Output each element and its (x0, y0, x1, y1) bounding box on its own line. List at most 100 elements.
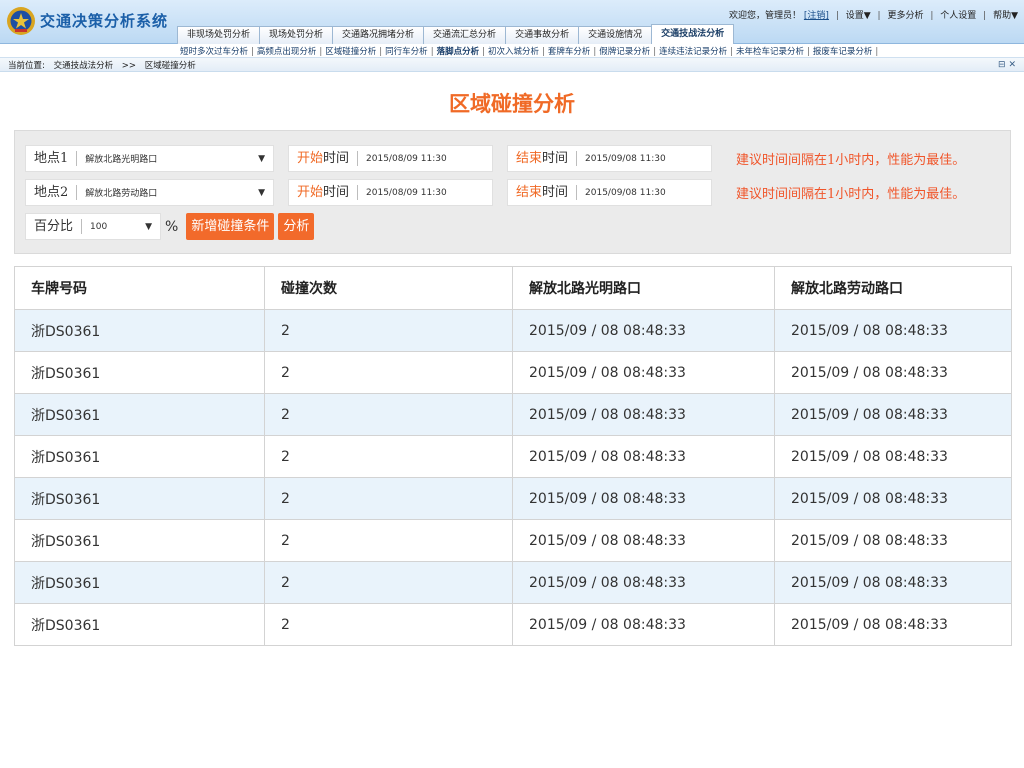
cell-count: 2 (264, 309, 513, 352)
cell-time1: 2015/09 / 08 08:48:33 (512, 435, 775, 478)
table-header-row: 车牌号码 碰撞次数 解放北路光明路口 解放北路劳动路口 (14, 266, 1012, 310)
table-row[interactable]: 浙DS0361 2 2015/09 / 08 08:48:33 2015/09 … (14, 393, 1012, 436)
cell-time2: 2015/09 / 08 08:48:33 (774, 393, 1012, 436)
cell-time2: 2015/09 / 08 08:48:33 (774, 519, 1012, 562)
cell-count: 2 (264, 435, 513, 478)
breadcrumb-separator: >> (121, 61, 137, 71)
cell-time2: 2015/09 / 08 08:48:33 (774, 435, 1012, 478)
tab-tactics[interactable]: 交通技战法分析 (651, 24, 735, 44)
caret-down-icon: ▼ (258, 153, 265, 164)
cell-time1: 2015/09 / 08 08:48:33 (512, 603, 775, 646)
start-time-field-1[interactable]: 开始时间 2015/08/09 11:30 (288, 145, 493, 172)
close-icon[interactable]: ✕ (1008, 60, 1016, 70)
location1-select[interactable]: 地点1 解放北路光明路口 ▼ (25, 145, 274, 172)
cell-count: 2 (264, 603, 513, 646)
tab-accident[interactable]: 交通事故分析 (505, 26, 580, 44)
more-analysis-link[interactable]: 更多分析 (887, 8, 923, 21)
table-row[interactable]: 浙DS0361 2 2015/09 / 08 08:48:33 2015/09 … (14, 435, 1012, 478)
tab-onsite-penalty[interactable]: 现场处罚分析 (259, 26, 334, 44)
page-title: 区域碰撞分析 (449, 91, 575, 116)
help-menu[interactable]: 帮助▼ (993, 8, 1018, 21)
analyze-button[interactable]: 分析 (278, 213, 315, 240)
divider: | (835, 11, 839, 21)
cell-count: 2 (264, 561, 513, 604)
filter-row-3: 百分比 100 ▼ % 新增碰撞条件 分析 (25, 213, 315, 240)
start-time-field-2[interactable]: 开始时间 2015/08/09 11:30 (288, 179, 493, 206)
subnav-item[interactable]: 区域碰撞分析 (325, 45, 376, 57)
subnav-item[interactable]: 连续违法记录分析 (659, 45, 727, 57)
add-collision-condition-button[interactable]: 新增碰撞条件 (186, 213, 275, 240)
subnav-item[interactable]: 未年检车记录分析 (736, 45, 804, 57)
column-header-count[interactable]: 碰撞次数 (264, 266, 513, 310)
table-row[interactable]: 浙DS0361 2 2015/09 / 08 08:48:33 2015/09 … (14, 561, 1012, 604)
table-row[interactable]: 浙DS0361 2 2015/09 / 08 08:48:33 2015/09 … (14, 351, 1012, 394)
subnav-item[interactable]: 假牌记录分析 (599, 45, 650, 57)
subnav-item[interactable]: 同行车分析 (385, 45, 428, 57)
subnav-item[interactable]: 落脚点分析 (437, 45, 480, 57)
subnav-item[interactable]: 初次入城分析 (488, 45, 539, 57)
filter-row-2: 地点2 解放北路劳动路口 ▼ 开始时间 2015/08/09 11:30 结束时… (25, 179, 965, 206)
end-time-value: 2015/09/08 11:30 (585, 187, 666, 198)
cell-plate: 浙DS0361 (14, 519, 265, 562)
welcome-text: 欢迎您，管理员！ (729, 11, 802, 21)
table-row[interactable]: 浙DS0361 2 2015/09 / 08 08:48:33 2015/09 … (14, 477, 1012, 520)
location1-label: 地点1 (26, 151, 78, 166)
table-row[interactable]: 浙DS0361 2 2015/09 / 08 08:48:33 2015/09 … (14, 309, 1012, 352)
breadcrumb-section[interactable]: 交通技战法分析 (54, 61, 114, 71)
top-links: 欢迎您，管理员！ [注销] | 设置▼ | 更多分析 | 个人设置 | 帮助▼ (729, 8, 1018, 21)
breadcrumb-bar: 当前位置: 交通技战法分析 >> 区域碰撞分析 ⊟ ✕ (0, 58, 1024, 72)
start-time-value: 2015/08/09 11:30 (366, 187, 447, 198)
performance-hint: 建议时间间隔在1小时内，性能为最佳。 (736, 153, 966, 168)
settings-menu[interactable]: 设置▼ (846, 8, 871, 21)
tab-congestion[interactable]: 交通路况拥堵分析 (332, 26, 425, 44)
subnav-item[interactable]: 高频点出现分析 (257, 45, 317, 57)
divider: | (379, 47, 383, 57)
restore-icon[interactable]: ⊟ (998, 60, 1006, 70)
end-time-label: 结束时间 (508, 151, 578, 166)
tab-offsite-penalty[interactable]: 非现场处罚分析 (177, 26, 261, 44)
cell-time2: 2015/09 / 08 08:48:33 (774, 477, 1012, 520)
breadcrumb-label: 当前位置: (8, 61, 45, 71)
divider: | (930, 11, 934, 21)
breadcrumb: 当前位置: 交通技战法分析 >> 区域碰撞分析 (8, 59, 202, 71)
cell-time1: 2015/09 / 08 08:48:33 (512, 519, 775, 562)
column-header-location1[interactable]: 解放北路光明路口 (512, 266, 775, 310)
tab-facilities[interactable]: 交通设施情况 (578, 26, 653, 44)
logout-link[interactable]: [注销] (804, 8, 829, 21)
cell-time2: 2015/09 / 08 08:48:33 (774, 309, 1012, 352)
percent-label: 百分比 (26, 219, 83, 234)
cell-count: 2 (264, 519, 513, 562)
personal-settings-link[interactable]: 个人设置 (940, 8, 976, 21)
caret-down-icon: ▼ (145, 221, 152, 232)
location1-value: 解放北路光明路口 (85, 155, 158, 165)
divider: | (807, 47, 810, 57)
location2-label: 地点2 (26, 185, 78, 200)
end-time-field-1[interactable]: 结束时间 2015/09/08 11:30 (507, 145, 712, 172)
percent-value: 100 (90, 221, 108, 232)
location2-select[interactable]: 地点2 解放北路劳动路口 ▼ (25, 179, 274, 206)
start-time-label: 开始时间 (289, 185, 359, 200)
cell-plate: 浙DS0361 (14, 477, 265, 520)
end-time-field-2[interactable]: 结束时间 2015/09/08 11:30 (507, 179, 712, 206)
divider: | (482, 47, 485, 57)
table-row[interactable]: 浙DS0361 2 2015/09 / 08 08:48:33 2015/09 … (14, 519, 1012, 562)
subnav-item[interactable]: 短时多次过车分析 (180, 45, 248, 57)
end-time-value: 2015/09/08 11:30 (585, 153, 666, 164)
table-row[interactable]: 浙DS0361 2 2015/09 / 08 08:48:33 2015/09 … (14, 603, 1012, 646)
main-tabs: 非现场处罚分析 现场处罚分析 交通路况拥堵分析 交通流汇总分析 交通事故分析 交… (177, 24, 735, 44)
tab-traffic-flow[interactable]: 交通流汇总分析 (423, 26, 507, 44)
cell-count: 2 (264, 477, 513, 520)
divider: | (593, 47, 597, 57)
cell-time1: 2015/09 / 08 08:48:33 (512, 393, 775, 436)
column-header-location2[interactable]: 解放北路劳动路口 (774, 266, 1012, 310)
column-header-plate[interactable]: 车牌号码 (14, 266, 265, 310)
divider: | (983, 11, 987, 21)
subnav-item[interactable]: 报废车记录分析 (813, 45, 873, 57)
cell-time1: 2015/09 / 08 08:48:33 (512, 561, 775, 604)
window-controls: ⊟ ✕ (998, 60, 1016, 70)
divider: | (877, 11, 881, 21)
end-time-label: 结束时间 (508, 185, 578, 200)
subnav-item[interactable]: 套牌车分析 (548, 45, 591, 57)
cell-plate: 浙DS0361 (14, 435, 265, 478)
percent-select[interactable]: 百分比 100 ▼ (25, 213, 161, 240)
